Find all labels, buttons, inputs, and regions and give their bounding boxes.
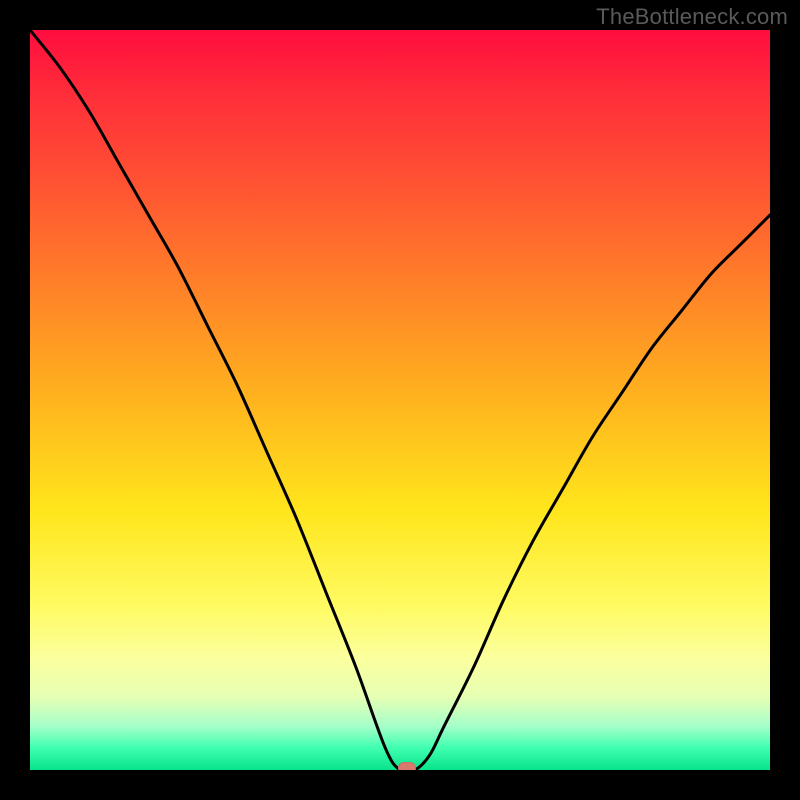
bottleneck-curve bbox=[30, 30, 770, 770]
optimal-marker-dot bbox=[398, 762, 416, 770]
watermark-text: TheBottleneck.com bbox=[596, 4, 788, 30]
curve-svg bbox=[30, 30, 770, 770]
chart-frame: TheBottleneck.com bbox=[0, 0, 800, 800]
plot-area bbox=[30, 30, 770, 770]
